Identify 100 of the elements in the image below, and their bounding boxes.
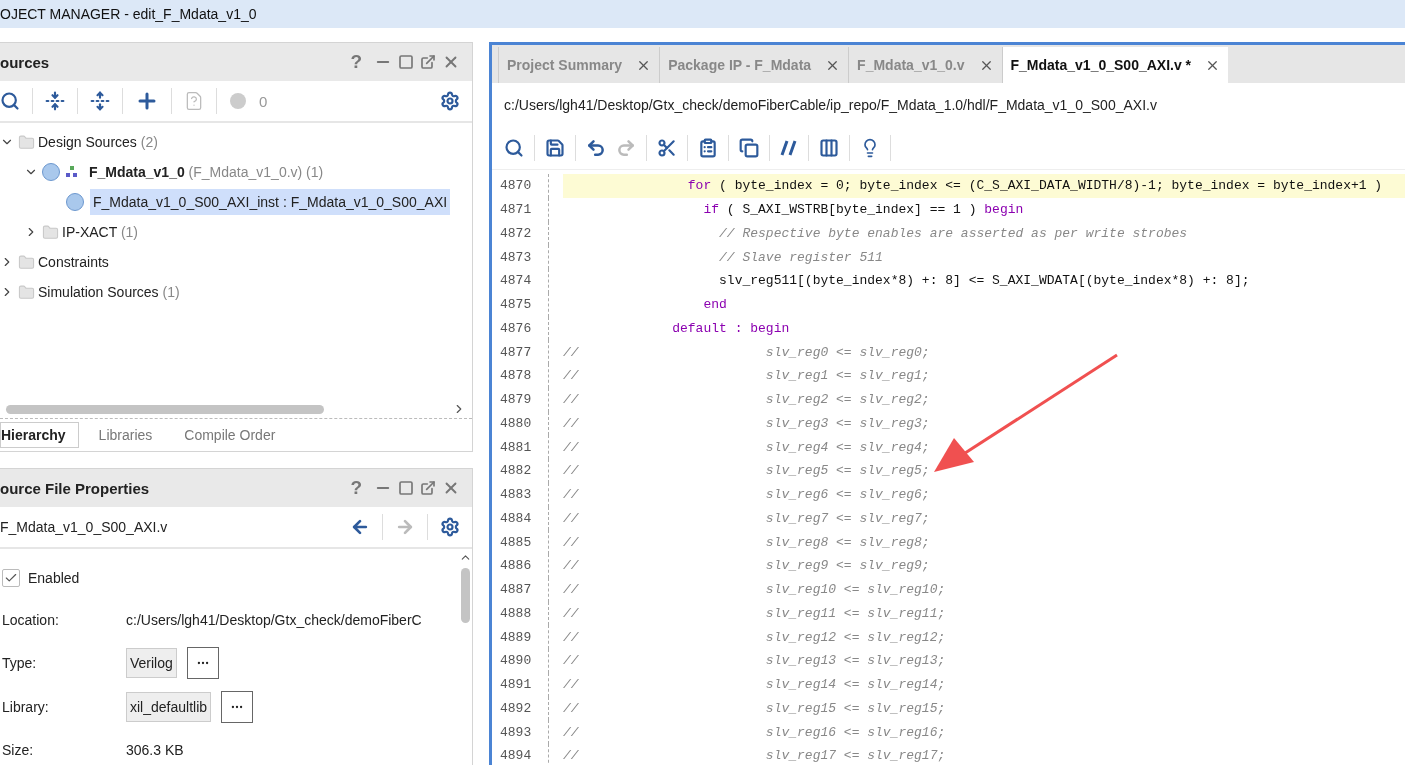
line-number: 4888 — [499, 605, 533, 621]
verilog-file-icon — [42, 163, 60, 181]
code-line: // slv_reg6 <= slv_reg6; — [563, 486, 931, 505]
columns-icon[interactable] — [819, 138, 839, 158]
line-number: 4873 — [499, 249, 533, 265]
code-line: if ( S_AXI_WSTRB[byte_index] == 1 ) begin — [702, 201, 1025, 220]
line-number: 4872 — [499, 225, 533, 241]
checkbox-label: Enabled — [28, 570, 80, 586]
maximize-icon[interactable] — [398, 54, 414, 70]
save-icon[interactable] — [545, 138, 565, 158]
check-icon — [4, 571, 18, 585]
line-number: 4882 — [499, 463, 533, 479]
settings-icon[interactable] — [440, 91, 460, 111]
line-number: 4883 — [499, 487, 533, 503]
comment-toggle-icon[interactable] — [780, 138, 798, 158]
issue-count: 0 — [259, 92, 269, 110]
code-line: // Slave register 511 — [718, 248, 884, 267]
line-number: 4893 — [499, 724, 533, 740]
code-line: // slv_reg17 <= slv_reg17; — [563, 747, 947, 765]
cut-icon[interactable] — [657, 138, 677, 158]
code-line: // slv_reg16 <= slv_reg16; — [563, 723, 947, 742]
search-icon[interactable] — [504, 138, 524, 158]
code-line: // slv_reg0 <= slv_reg0; — [563, 343, 931, 362]
folder-icon — [18, 283, 35, 301]
search-icon[interactable] — [0, 91, 20, 111]
line-number: 4891 — [499, 677, 533, 693]
tree-item[interactable]: F_Mdata_v1_0 (F_Mdata_v1_0.v) (1) — [86, 159, 327, 185]
property-value: c:/Users/lgh41/Desktop/Gtx_check/demoFiberC — [126, 612, 422, 628]
panel-tab[interactable]: Libraries — [82, 423, 165, 447]
code-line: // slv_reg3 <= slv_reg3; — [563, 414, 931, 433]
panel-tab[interactable]: Compile Order — [168, 423, 288, 447]
tree-item[interactable]: IP-XACT (1) — [59, 219, 141, 245]
editor-tab[interactable]: F_Mdata_v1_0_S00_AXI.v * — [1001, 47, 1229, 83]
line-number: 4892 — [499, 700, 533, 716]
copy-icon[interactable] — [739, 138, 759, 158]
hierarchy-icon — [66, 166, 78, 178]
browse-button[interactable] — [186, 647, 219, 679]
line-number: 4878 — [499, 368, 533, 384]
file-name: F_Mdata_v1_0_S00_AXI.v — [0, 519, 169, 535]
line-number: 4887 — [499, 582, 533, 598]
panel-title: ource File Properties — [0, 479, 151, 497]
code-line: default : begin — [671, 319, 791, 338]
property-label: Size: — [1, 742, 35, 758]
folder-icon — [18, 253, 35, 271]
folder-icon — [18, 133, 35, 151]
line-number: 4885 — [499, 534, 533, 550]
property-value: 306.3 KB — [126, 742, 184, 758]
line-number: 4881 — [499, 439, 533, 455]
code-line: // slv_reg15 <= slv_reg15; — [563, 699, 947, 718]
paste-icon[interactable] — [698, 138, 718, 158]
panel-title: ources — [0, 53, 51, 71]
panel-tab[interactable]: Hierarchy — [0, 422, 79, 448]
code-line: // slv_reg11 <= slv_reg11; — [563, 604, 947, 623]
line-number: 4894 — [499, 748, 533, 764]
tree-item[interactable]: F_Mdata_v1_0_S00_AXI_inst : F_Mdata_v1_0_S00_AXI — [90, 189, 451, 215]
enabled-checkbox[interactable] — [2, 569, 20, 587]
scrollbar-thumb[interactable] — [6, 404, 324, 414]
property-label: Library: — [1, 699, 50, 715]
line-number: 4875 — [499, 297, 533, 313]
collapse-all-icon[interactable] — [45, 91, 65, 111]
property-label: Type: — [1, 655, 38, 671]
scrollbar-thumb[interactable] — [460, 568, 470, 623]
code-line: // slv_reg14 <= slv_reg14; — [563, 676, 947, 695]
code-line: // Respective byte enables are asserted as per write strobes — [718, 224, 1189, 243]
file-path: c:/Users/lgh41/Desktop/Gtx_check/demoFiberCable/ip_repo/F_Mdata_1.0/hdl/F_Mdata_v1_0_S00_AXI.v — [504, 97, 1157, 113]
help-button[interactable]: ? — [350, 51, 362, 73]
line-number: 4889 — [499, 629, 533, 645]
code-line: // slv_reg9 <= slv_reg9; — [563, 557, 931, 576]
line-number: 4871 — [499, 202, 533, 218]
float-icon[interactable] — [420, 54, 436, 70]
code-line: slv_reg511[(byte_index*8) +: 8] <= S_AXI_WDATA[(byte_index*8) +: 8]; — [718, 272, 1251, 291]
line-number: 4886 — [499, 558, 533, 574]
line-number: 4879 — [499, 392, 533, 408]
line-number: 4870 — [499, 178, 533, 194]
code-line: // slv_reg7 <= slv_reg7; — [563, 509, 931, 528]
undo-icon[interactable] — [586, 138, 606, 158]
line-number: 4880 — [499, 415, 533, 431]
expand-all-icon[interactable] — [90, 91, 110, 111]
code-line: // slv_reg2 <= slv_reg2; — [563, 391, 931, 410]
line-number: 4876 — [499, 320, 533, 336]
tree-item[interactable]: Design Sources (2) — [35, 129, 161, 155]
code-line: // slv_reg5 <= slv_reg5; — [563, 462, 931, 481]
code-line: // slv_reg1 <= slv_reg1; — [563, 367, 931, 386]
maximize-icon[interactable] — [398, 480, 414, 496]
property-label: Location: — [1, 612, 60, 628]
browse-button[interactable] — [221, 691, 254, 723]
tree-item[interactable]: Simulation Sources (1) — [35, 279, 183, 305]
code-line: // slv_reg12 <= slv_reg12; — [563, 628, 947, 647]
settings-icon[interactable] — [440, 517, 460, 537]
help-button[interactable]: ? — [350, 477, 362, 499]
float-icon[interactable] — [420, 480, 436, 496]
property-value-field[interactable]: Verilog — [126, 648, 177, 678]
code-line: end — [702, 296, 728, 315]
code-line: // slv_reg8 <= slv_reg8; — [563, 533, 931, 552]
property-value-field[interactable]: xil_defaultlib — [126, 692, 212, 722]
line-number: 4877 — [499, 344, 533, 360]
code-line: // slv_reg13 <= slv_reg13; — [563, 652, 947, 671]
tree-item[interactable]: Constraints — [35, 249, 112, 275]
status-dot-icon — [229, 92, 247, 110]
window-title: OJECT MANAGER - edit_F_Mdata_v1_0 — [0, 6, 257, 22]
